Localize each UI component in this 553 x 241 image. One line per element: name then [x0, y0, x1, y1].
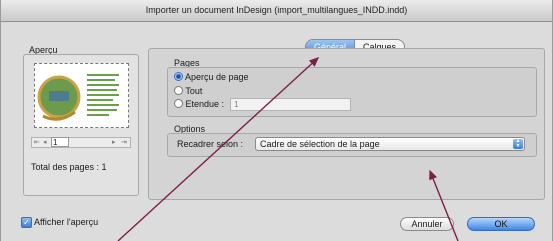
annotation-arrow-tabs: [117, 57, 320, 241]
annotation-arrow-panel: [429, 169, 459, 241]
annotation-arrows: [117, 57, 459, 241]
